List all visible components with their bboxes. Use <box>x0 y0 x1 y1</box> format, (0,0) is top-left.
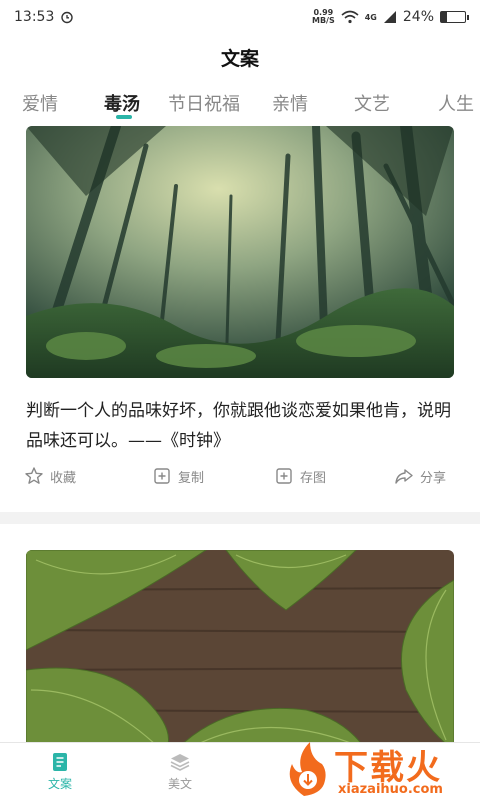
signal-type-label: 4G <box>364 12 377 22</box>
network-speed: 0.99 MB/S <box>311 8 335 25</box>
copy-icon <box>154 468 170 484</box>
cell-signal-icon <box>383 11 396 23</box>
tab-literary[interactable]: 文艺 <box>354 90 390 116</box>
nav-copywriting[interactable]: 文案 <box>30 751 90 792</box>
wifi-icon <box>341 10 359 24</box>
favorite-label: 收藏 <box>50 470 77 486</box>
forest-illustration <box>26 126 454 378</box>
share-icon <box>395 469 413 484</box>
quote-card: 判断一个人的品味好坏，你就跟他谈恋爱如果他肯，说明品味还可以。——《时钟》 收藏… <box>0 126 480 512</box>
watermark-site: xiazaihuo.com <box>338 782 443 797</box>
tab-holiday-wishes[interactable]: 节日祝福 <box>168 90 240 116</box>
clock-time: 13:53 <box>14 9 55 25</box>
share-label: 分享 <box>420 470 447 486</box>
save-image-label: 存图 <box>300 470 327 486</box>
save-image-icon <box>276 468 292 484</box>
foggy-forest-image[interactable] <box>26 126 454 378</box>
battery-icon <box>440 11 469 23</box>
tab-love[interactable]: 爱情 <box>22 90 58 116</box>
tab-poison-soup[interactable]: 毒汤 <box>104 90 140 116</box>
status-right: 0.99 MB/S 4G 24% <box>311 8 469 25</box>
tab-family[interactable]: 亲情 <box>272 90 308 116</box>
battery-percent: 24% <box>402 9 434 25</box>
alarm-icon <box>61 11 74 24</box>
active-tab-indicator <box>116 115 132 119</box>
star-icon <box>25 467 43 484</box>
title-bar: 文案 <box>0 34 480 80</box>
copy-label: 复制 <box>178 470 205 486</box>
copy-button[interactable]: 复制 <box>152 466 204 486</box>
page-title: 文案 <box>220 47 259 70</box>
nav-essays-label: 美文 <box>167 777 192 791</box>
nav-essays[interactable]: 美文 <box>150 751 210 792</box>
save-image-button[interactable]: 存图 <box>274 466 326 486</box>
status-left: 13:53 <box>14 9 74 25</box>
status-bar: 13:53 0.99 MB/S 4G 24% <box>0 0 480 34</box>
share-button[interactable]: 分享 <box>394 466 446 486</box>
battery-level <box>441 12 447 22</box>
watermark-logo: 下载火 xiazaihuo.com <box>282 738 480 800</box>
card-actions: 收藏 复制 存图 分享 <box>0 466 480 506</box>
tab-life[interactable]: 人生 <box>438 90 474 116</box>
quote-text[interactable]: 判断一个人的品味好坏，你就跟他谈恋爱如果他肯，说明品味还可以。——《时钟》 <box>26 396 454 456</box>
category-tabs: 爱情 毒汤 节日祝福 亲情 文艺 人生 <box>0 80 480 126</box>
fern-leaves-image[interactable] <box>26 550 454 742</box>
nav-copywriting-label: 文案 <box>47 777 72 791</box>
content-feed[interactable]: 判断一个人的品味好坏，你就跟他谈恋爱如果他肯，说明品味还可以。——《时钟》 收藏… <box>0 126 480 742</box>
quote-card <box>0 524 480 742</box>
favorite-button[interactable]: 收藏 <box>24 466 76 486</box>
document-icon <box>53 753 67 771</box>
fern-illustration <box>26 550 454 742</box>
layers-icon <box>170 754 190 771</box>
